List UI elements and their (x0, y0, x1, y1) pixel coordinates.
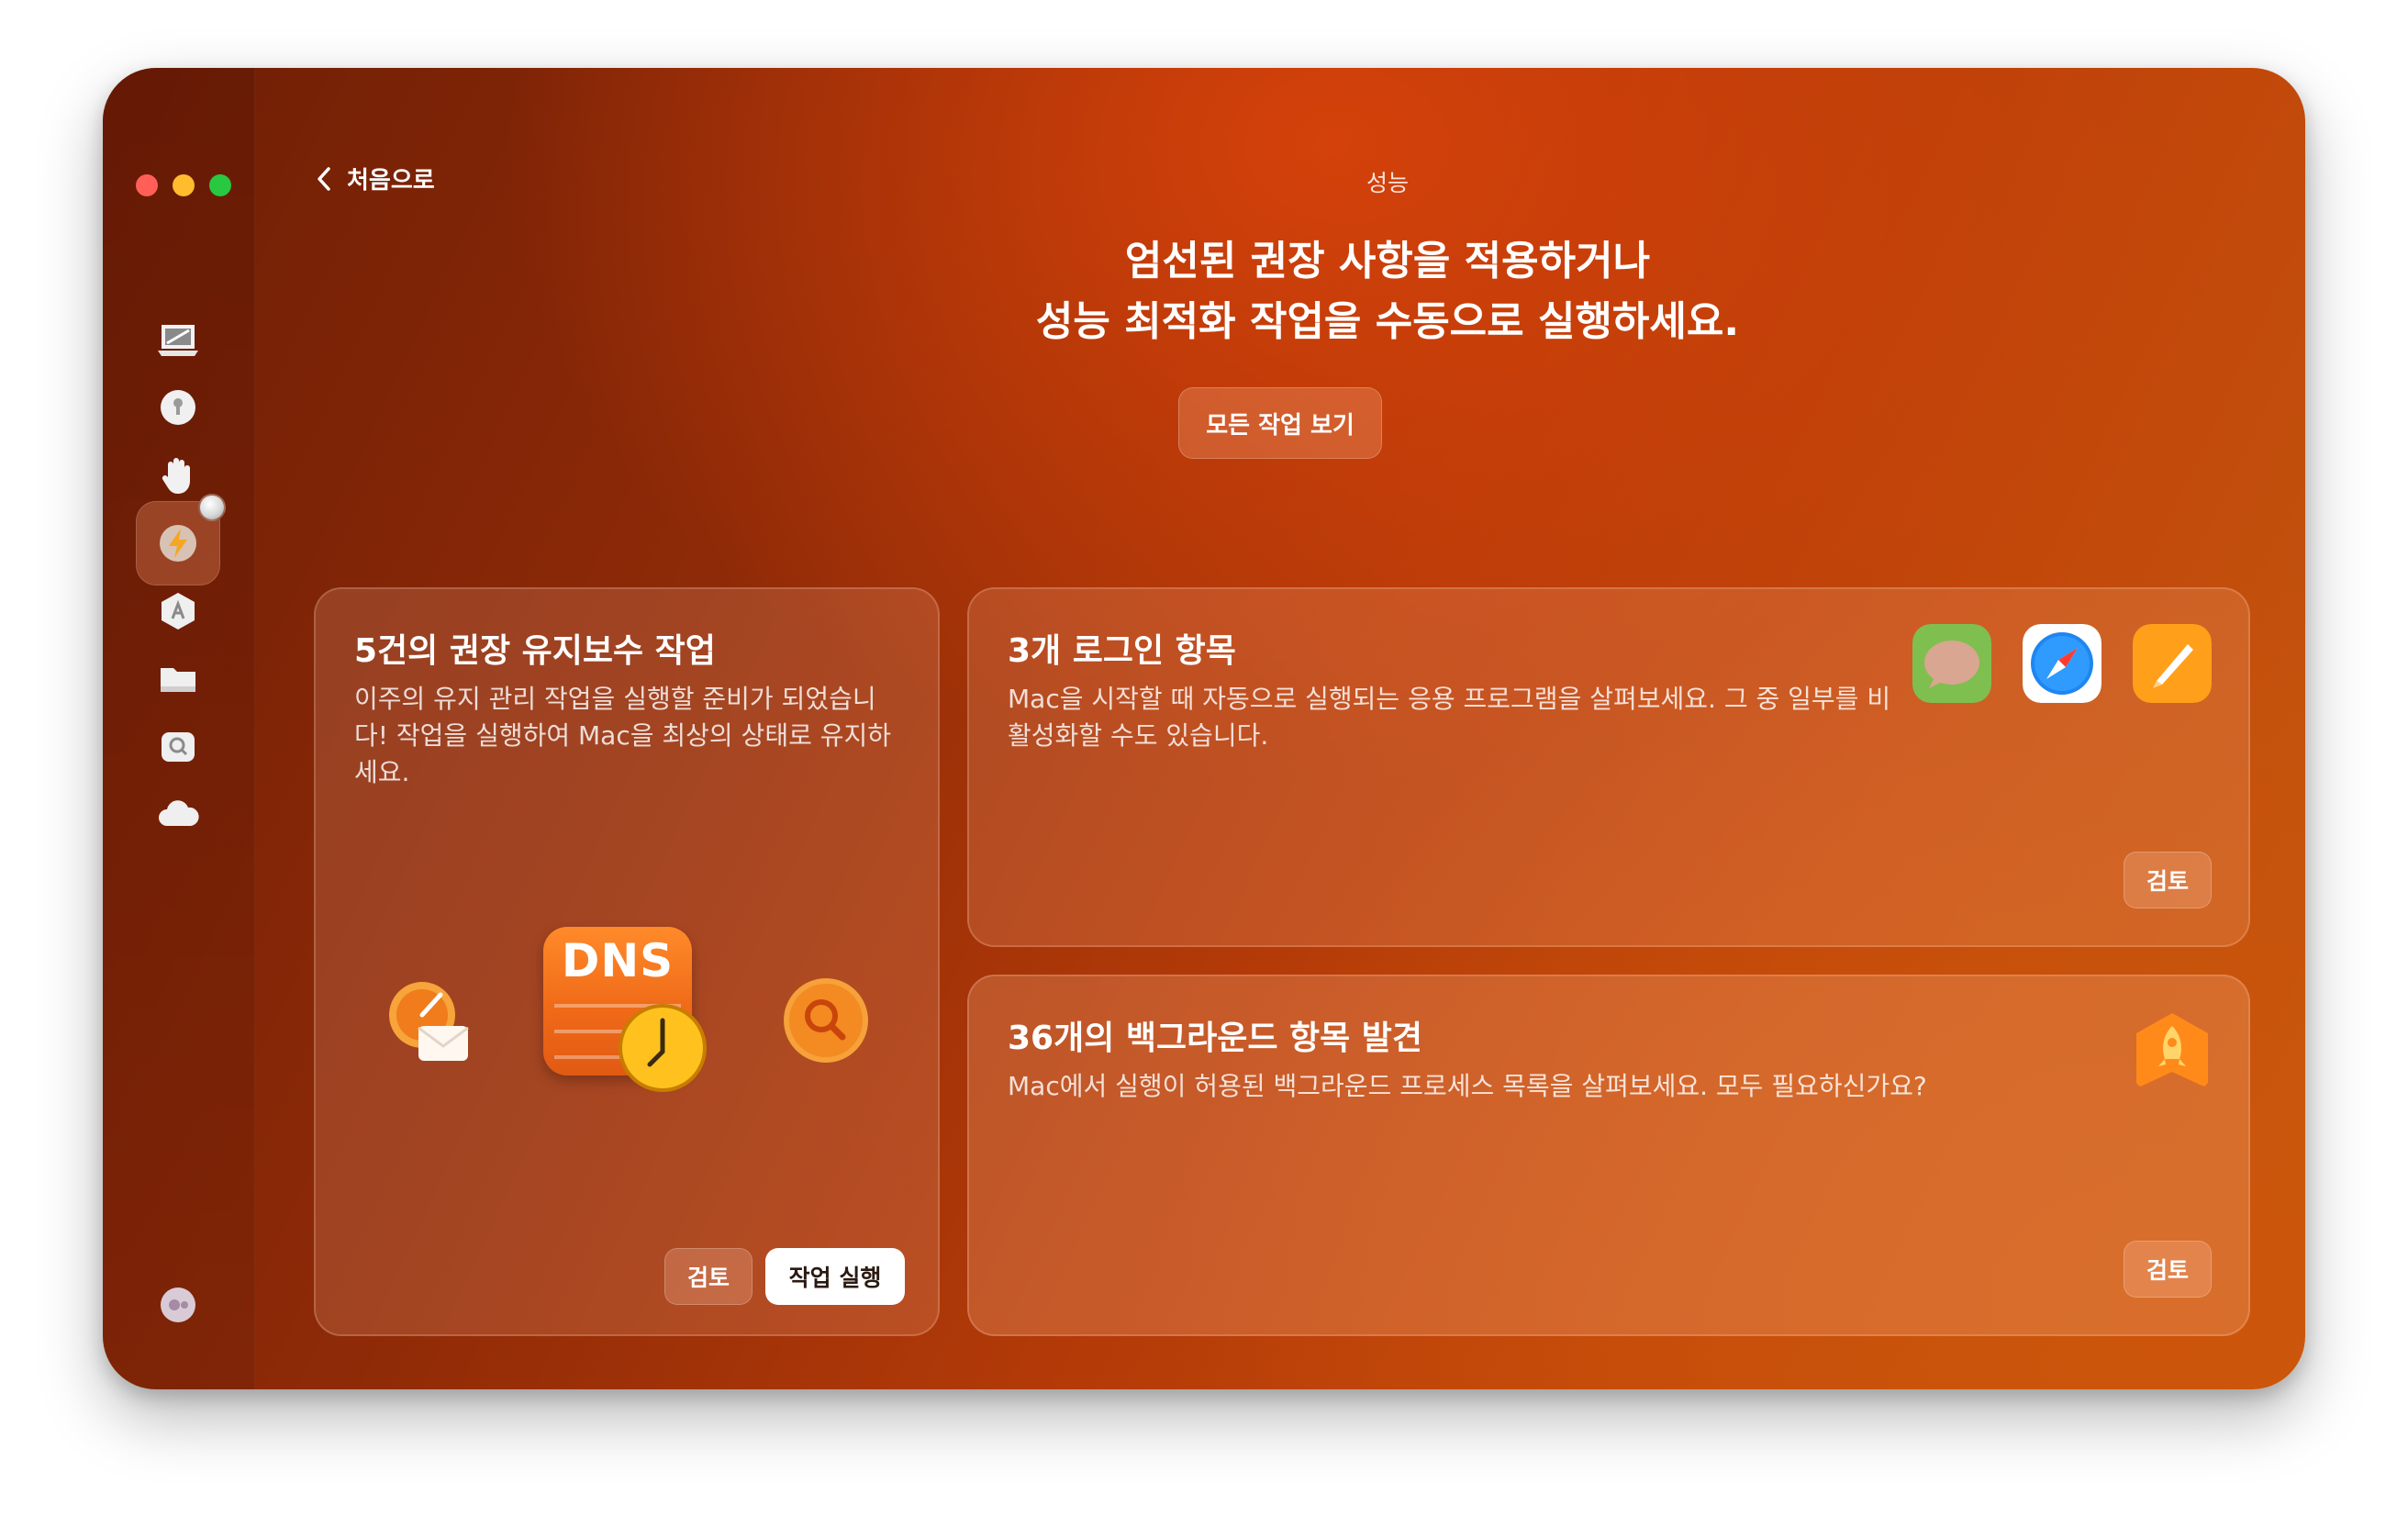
chevron-left-icon (318, 166, 330, 191)
window-title: 성능 (1366, 170, 1409, 196)
close-window-button[interactable] (136, 174, 158, 196)
back-button[interactable]: 처음으로 (314, 162, 435, 195)
zoom-window-button[interactable] (209, 174, 231, 196)
lens-icon (162, 732, 195, 762)
rocket-icon (2136, 1013, 2208, 1088)
folder-icon (161, 668, 195, 692)
dns-label: DNS (561, 934, 674, 987)
shield-icon (161, 390, 195, 425)
login-items-card: 3개 로그인 항목 Mac을 시작할 때 자동으로 실행되는 응용 프로그램을 … (967, 587, 2250, 947)
hero-line-1: 엄선된 권장 사항을 적용하거나 (1124, 238, 1651, 284)
safari-icon (2023, 624, 2101, 703)
sidebar-item-assistant[interactable] (136, 1263, 220, 1347)
sidebar (103, 68, 255, 1389)
assistant-icon (161, 1287, 195, 1322)
maintenance-review-button[interactable]: 검토 (664, 1248, 752, 1305)
mail-speed-icon (389, 982, 469, 1061)
background-items-card-description: Mac에서 실행이 허용된 백그라운드 프로세스 목록을 살펴보세요. 모두 필… (1008, 1071, 1927, 1101)
maintenance-card: 5건의 권장 유지보수 작업 이주의 유지 관리 작업을 실행할 준비가 되었습… (314, 587, 940, 1336)
cloud-icon (159, 800, 199, 826)
notification-dot (198, 494, 226, 521)
messages-icon (1912, 624, 1991, 703)
app-window: 처음으로 성능 엄선된 권장 사항을 적용하거나 성능 최적화 작업을 수동으로… (103, 68, 2305, 1389)
pages-icon (2133, 624, 2212, 703)
login-items-review-button[interactable]: 검토 (2124, 852, 2212, 908)
background-items-card: 36개의 백그라운드 항목 발견 Mac에서 실행이 허용된 백그라운드 프로세… (967, 975, 2250, 1336)
hero-line-2: 성능 최적화 작업을 수동으로 실행하세요. (1035, 298, 1740, 345)
hero-heading: 엄선된 권장 사항을 적용하거나 성능 최적화 작업을 수동으로 실행하세요. (745, 231, 2030, 352)
apps-icon (162, 593, 195, 630)
login-items-card-title: 3개 로그인 항목 (1008, 632, 1236, 670)
minimize-window-button[interactable] (173, 174, 195, 196)
view-all-tasks-button[interactable]: 모든 작업 보기 (1178, 387, 1382, 459)
maintenance-card-description: 이주의 유지 관리 작업을 실행할 준비가 되었습니다! 작업을 실행하여 Ma… (354, 684, 892, 787)
lightning-icon (160, 525, 196, 562)
hand-icon (162, 458, 190, 494)
magnifier-icon (784, 978, 868, 1063)
run-tasks-button[interactable]: 작업 실행 (765, 1248, 905, 1305)
monitor-icon (158, 325, 198, 356)
login-items-card-description: Mac을 시작할 때 자동으로 실행되는 응용 프로그램을 살펴보세요. 그 중… (1008, 684, 1891, 751)
back-button-label: 처음으로 (347, 167, 435, 195)
sidebar-item-cloud[interactable] (136, 773, 220, 857)
background-items-review-button[interactable]: 검토 (2124, 1241, 2212, 1298)
clock-icon (619, 1004, 707, 1092)
background-items-card-title: 36개의 백그라운드 항목 발견 (1008, 1020, 1423, 1057)
maintenance-card-title: 5건의 권장 유지보수 작업 (354, 632, 716, 670)
